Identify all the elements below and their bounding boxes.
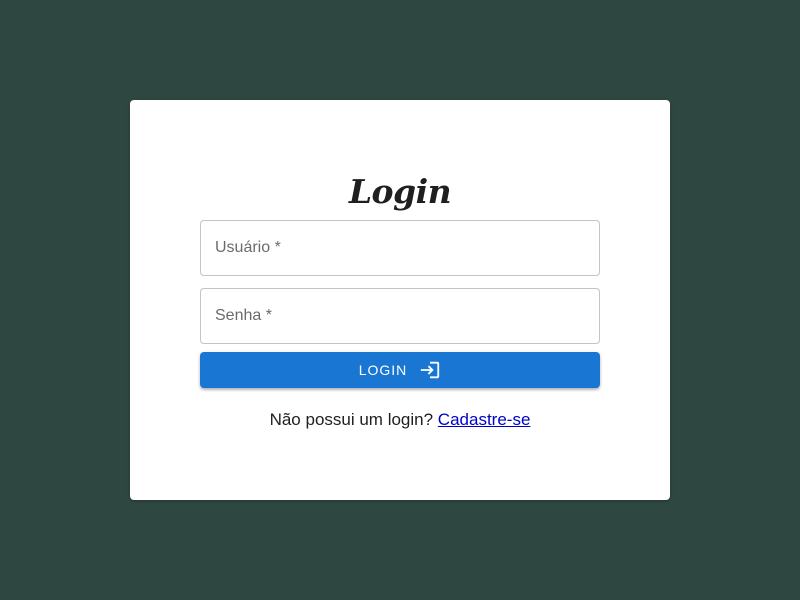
username-field[interactable] <box>200 220 600 276</box>
signup-prompt-text: Não possui um login? <box>269 410 434 429</box>
password-input[interactable] <box>201 289 599 343</box>
login-button-label: LOGIN <box>358 362 408 378</box>
signup-prompt: Não possui um login? Cadastre-se <box>130 410 670 430</box>
signup-link[interactable]: Cadastre-se <box>438 410 531 429</box>
login-button[interactable]: LOGIN <box>200 352 600 388</box>
page-title: Login <box>348 172 452 211</box>
password-field[interactable] <box>200 288 600 344</box>
login-icon <box>419 359 441 381</box>
username-input[interactable] <box>201 221 599 275</box>
login-card: Login LOGIN Não possui um login? Cadastr… <box>130 100 670 500</box>
